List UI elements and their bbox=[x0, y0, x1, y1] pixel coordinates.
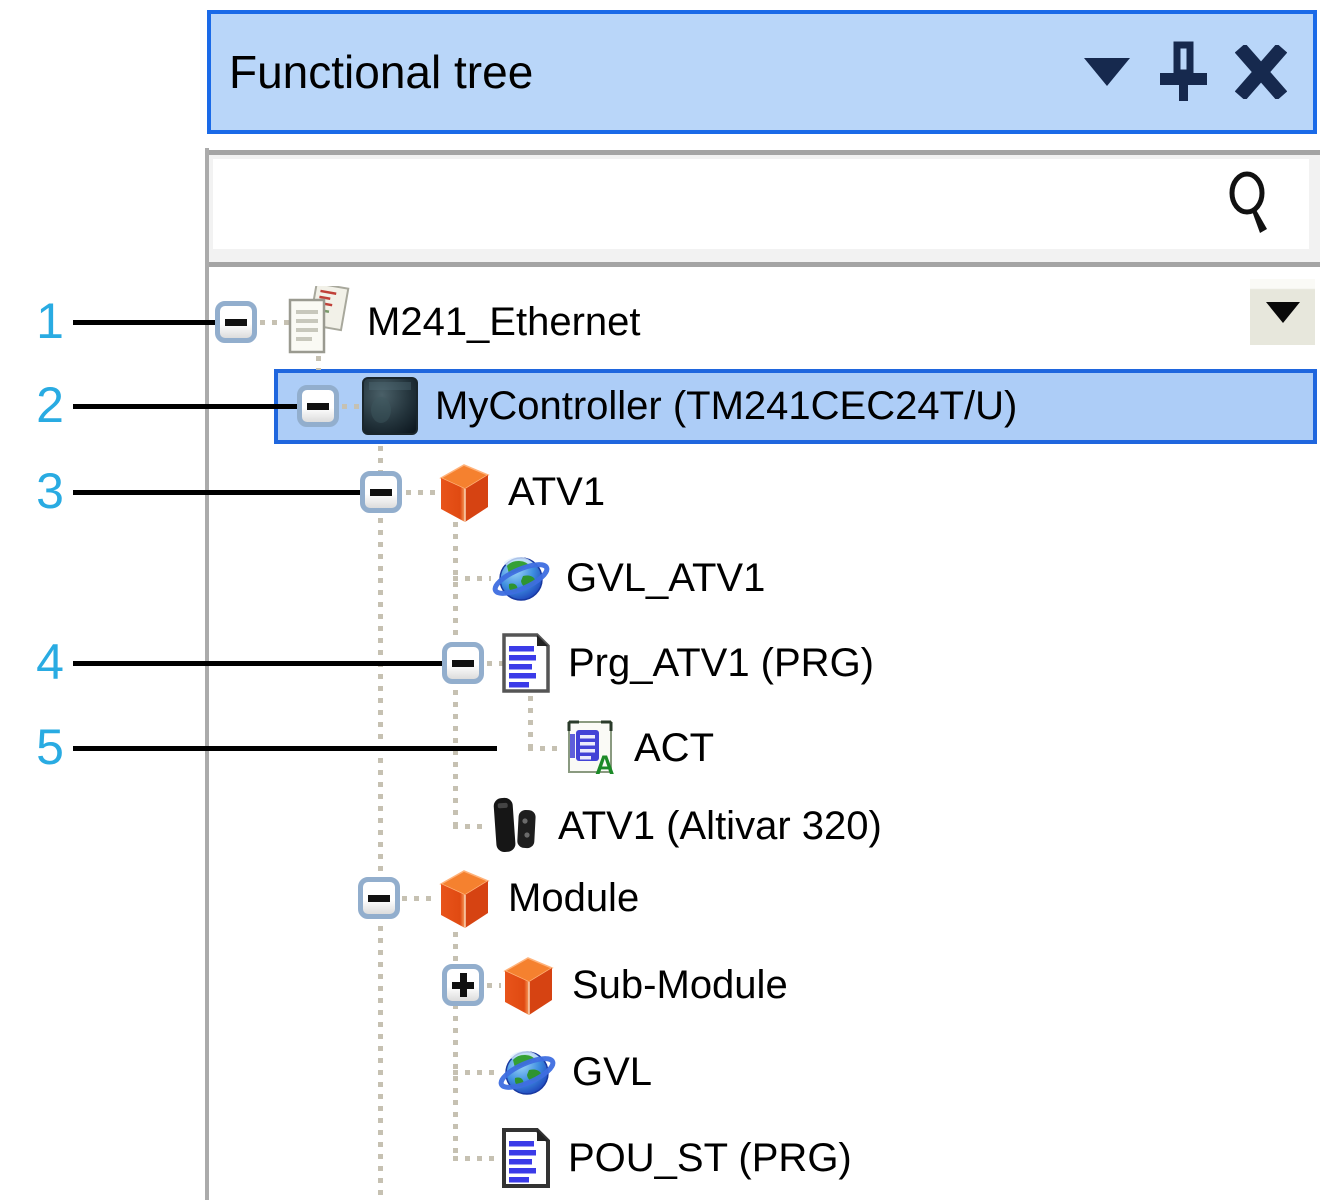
tree-row-label: M241_Ethernet bbox=[367, 300, 641, 345]
triangle-down-icon bbox=[1265, 300, 1301, 324]
svg-text:A: A bbox=[595, 750, 615, 777]
tree-row-label: GVL bbox=[572, 1050, 652, 1095]
tree-connector bbox=[406, 490, 436, 495]
globe-icon bbox=[492, 549, 550, 607]
tree-row[interactable]: ATV1 (Altivar 320) bbox=[488, 789, 882, 863]
callout-line bbox=[73, 746, 497, 751]
expander-minus[interactable] bbox=[297, 385, 339, 427]
tree-row-label: ATV1 (Altivar 320) bbox=[558, 804, 882, 849]
tree-row[interactable]: GVL bbox=[498, 1035, 652, 1109]
dropdown-menu-button[interactable] bbox=[1083, 57, 1131, 87]
expander-minus[interactable] bbox=[360, 471, 402, 513]
tree-row-label: ACT bbox=[634, 726, 714, 771]
expander-minus[interactable] bbox=[358, 877, 400, 919]
callout-line bbox=[73, 320, 215, 325]
tree-connector bbox=[453, 576, 491, 581]
callout-line bbox=[73, 490, 360, 495]
tree-row-label: POU_ST (PRG) bbox=[568, 1136, 852, 1181]
tree-connector bbox=[487, 983, 501, 988]
drive-device-icon bbox=[488, 794, 542, 858]
tree-row-label: ATV1 bbox=[508, 470, 605, 515]
module-cube-icon bbox=[436, 867, 492, 929]
tree-row-label: Module bbox=[508, 876, 639, 921]
tree-connector bbox=[378, 446, 383, 1200]
callout-number: 4 bbox=[26, 634, 74, 690]
tree-connector bbox=[453, 1070, 497, 1075]
tree-row[interactable]: Sub-Module bbox=[500, 948, 788, 1022]
controller-icon bbox=[361, 376, 419, 436]
pushpin-icon bbox=[1157, 41, 1209, 103]
triangle-down-icon bbox=[1083, 57, 1131, 87]
expander-minus[interactable] bbox=[442, 642, 484, 684]
tree-dropdown-button[interactable] bbox=[1247, 279, 1315, 345]
tree-connector bbox=[453, 824, 487, 829]
callout-number: 2 bbox=[26, 377, 74, 433]
functional-tree-panel: Functional tree bbox=[0, 0, 1327, 1200]
tree-row-label: GVL_ATV1 bbox=[566, 556, 765, 601]
expander-plus[interactable] bbox=[442, 964, 484, 1006]
globe-icon bbox=[498, 1043, 556, 1101]
tree-row[interactable]: Prg_ATV1 (PRG) bbox=[500, 626, 874, 700]
tree-row[interactable]: ATV1 bbox=[436, 455, 605, 529]
callout-line bbox=[73, 404, 297, 409]
tree-row-label: MyController (TM241CEC24T/U) bbox=[435, 384, 1017, 429]
pou-document-icon bbox=[500, 633, 552, 693]
panel-title: Functional tree bbox=[229, 45, 533, 99]
tree-connector bbox=[402, 896, 434, 901]
callout-number: 3 bbox=[26, 463, 74, 519]
search-field bbox=[213, 159, 1309, 249]
tree-row[interactable]: M241_Ethernet bbox=[285, 285, 641, 359]
callout-number: 1 bbox=[26, 293, 74, 349]
close-icon bbox=[1235, 45, 1287, 99]
search-input[interactable] bbox=[223, 159, 1207, 251]
titlebar-buttons bbox=[1083, 14, 1287, 130]
tree-row[interactable]: A ACT bbox=[562, 711, 714, 785]
callout-number: 5 bbox=[26, 719, 74, 775]
module-cube-icon bbox=[500, 954, 556, 1016]
tree-row[interactable]: Module bbox=[436, 861, 639, 935]
pou-document-icon bbox=[500, 1128, 552, 1188]
module-cube-icon bbox=[436, 461, 492, 523]
tree-connector bbox=[528, 696, 533, 748]
search-toolbar bbox=[207, 150, 1320, 267]
tree-row[interactable]: POU_ST (PRG) bbox=[500, 1121, 852, 1195]
tree-row-label: Prg_ATV1 (PRG) bbox=[568, 641, 874, 686]
panel-titlebar: Functional tree bbox=[207, 10, 1317, 134]
pin-button[interactable] bbox=[1157, 41, 1209, 103]
tree-row-selected[interactable]: MyController (TM241CEC24T/U) bbox=[361, 369, 1017, 443]
expander-minus[interactable] bbox=[215, 301, 257, 343]
tree-row-label: Sub-Module bbox=[572, 963, 788, 1008]
project-documents-icon bbox=[285, 286, 351, 358]
tree-row[interactable]: GVL_ATV1 bbox=[492, 541, 765, 615]
callout-line bbox=[73, 661, 442, 666]
tree-connector bbox=[453, 1156, 499, 1161]
action-icon: A bbox=[562, 719, 618, 777]
search-icon[interactable] bbox=[1223, 171, 1279, 242]
close-button[interactable] bbox=[1235, 45, 1287, 99]
tree-connector bbox=[528, 746, 562, 751]
